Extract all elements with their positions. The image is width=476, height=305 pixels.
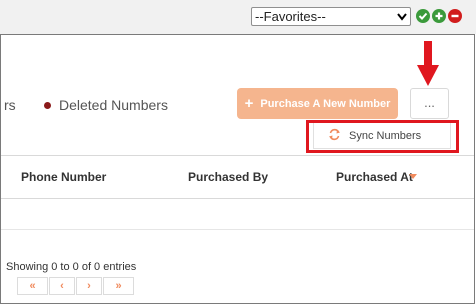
highlight-annotation bbox=[306, 120, 459, 153]
more-options-label: ... bbox=[424, 95, 435, 110]
column-purchased-by[interactable]: Purchased By bbox=[188, 170, 268, 184]
tab-deleted-numbers[interactable]: Deleted Numbers bbox=[44, 97, 168, 113]
table-empty-row bbox=[1, 199, 474, 230]
check-circle-icon[interactable] bbox=[416, 9, 430, 23]
plus-icon: + bbox=[244, 95, 254, 112]
last-page-button[interactable]: » bbox=[103, 277, 134, 295]
favorites-select-value: --Favorites-- bbox=[255, 9, 326, 24]
top-toolbar: --Favorites-- bbox=[0, 0, 476, 34]
previous-page-button[interactable]: ‹ bbox=[49, 277, 75, 295]
first-page-button[interactable]: « bbox=[17, 277, 48, 295]
column-phone-number[interactable]: Phone Number bbox=[21, 170, 106, 184]
plus-circle-icon[interactable] bbox=[432, 9, 446, 23]
favorites-select[interactable]: --Favorites-- bbox=[251, 7, 411, 26]
purchase-new-number-button[interactable]: + Purchase A New Number bbox=[237, 88, 398, 119]
sort-desc-icon[interactable] bbox=[409, 174, 417, 179]
tab-deleted-label: Deleted Numbers bbox=[59, 97, 168, 113]
pagination: « ‹ › » bbox=[17, 277, 135, 296]
column-purchased-at[interactable]: Purchased At bbox=[336, 170, 413, 184]
tab-numbers-label: rs bbox=[4, 97, 16, 113]
tab-status-dot bbox=[44, 101, 51, 109]
chevron-down-icon bbox=[396, 10, 408, 23]
minus-circle-icon[interactable] bbox=[448, 9, 462, 23]
red-arrow-icon bbox=[417, 41, 439, 86]
next-page-button[interactable]: › bbox=[76, 277, 102, 295]
table-header: Phone Number Purchased By Purchased At bbox=[1, 155, 474, 199]
tab-numbers-partial[interactable]: rs bbox=[4, 97, 16, 113]
entries-info: Showing 0 to 0 of 0 entries bbox=[6, 261, 137, 273]
purchase-button-label: Purchase A New Number bbox=[260, 97, 391, 110]
more-options-button[interactable]: ... bbox=[410, 88, 449, 119]
